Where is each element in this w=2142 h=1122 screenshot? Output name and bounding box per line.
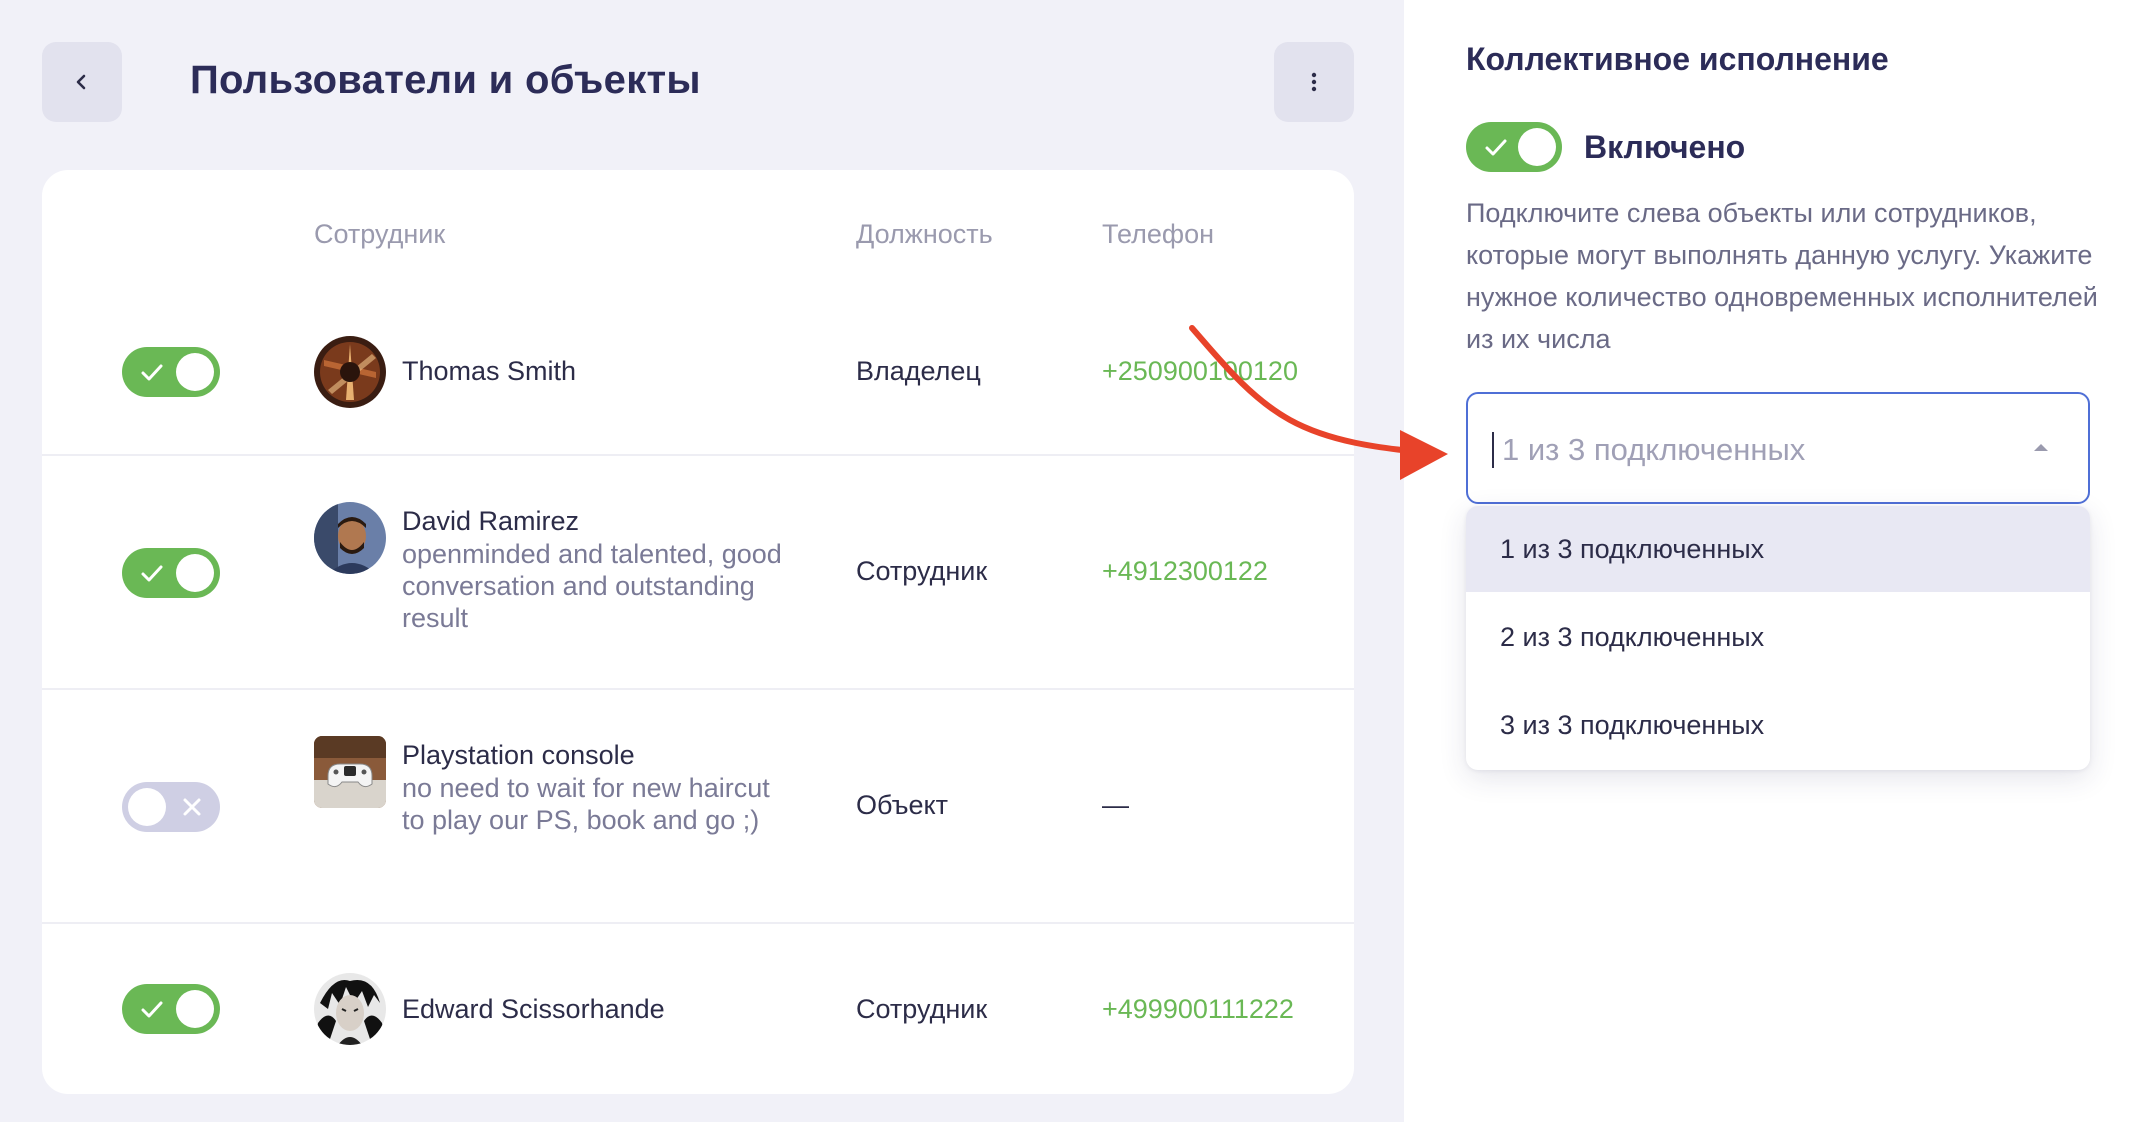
select-option[interactable]: 3 из 3 подключенных xyxy=(1466,682,2090,768)
row-enable-toggle[interactable] xyxy=(122,548,220,598)
toggle-knob xyxy=(1518,128,1556,166)
table-row: Playstation console no need to wait for … xyxy=(42,690,1354,924)
column-header-employee: Сотрудник xyxy=(314,219,446,249)
more-vertical-icon xyxy=(1311,72,1317,92)
check-icon xyxy=(141,1001,163,1018)
chevron-left-icon xyxy=(76,74,86,90)
object-name: Playstation console xyxy=(402,740,635,770)
table-row: David Ramirez openminded and talented, g… xyxy=(42,456,1354,690)
column-header-phone: Телефон xyxy=(1102,219,1215,249)
back-button[interactable] xyxy=(42,42,122,122)
x-icon xyxy=(183,798,201,816)
more-options-button[interactable] xyxy=(1274,42,1354,122)
row-enable-toggle[interactable] xyxy=(122,347,220,397)
select-option[interactable]: 1 из 3 подключенных xyxy=(1466,506,2090,592)
employee-name: Thomas Smith xyxy=(402,356,577,386)
employee-position: Владелец xyxy=(856,356,981,386)
object-position: Объект xyxy=(856,790,948,820)
users-table: Сотрудник Должность Телефон Thomas Smith xyxy=(42,170,1354,1094)
text-cursor xyxy=(1492,432,1494,468)
row-enable-toggle[interactable] xyxy=(122,984,220,1034)
check-icon xyxy=(141,565,163,582)
object-image xyxy=(314,736,386,808)
page-title: Пользователи и объекты xyxy=(190,58,701,102)
collective-title: Коллективное исполнение xyxy=(1466,41,1889,77)
toggle-knob xyxy=(128,788,166,826)
avatar xyxy=(314,973,386,1045)
table-row: Edward Scissorhande Сотрудник +499900111… xyxy=(42,924,1354,1094)
help-text: Подключите слева объекты или сотрудников… xyxy=(1466,198,2098,354)
annotation-arrow-icon xyxy=(1189,325,1448,480)
select-value: 1 из 3 подключенных xyxy=(1502,432,1806,467)
check-icon xyxy=(1485,139,1507,156)
row-enable-toggle[interactable] xyxy=(122,782,220,832)
column-header-position: Должность xyxy=(856,219,993,249)
performers-count-select[interactable]: 1 из 3 подключенных xyxy=(1466,392,2090,504)
employee-phone[interactable]: +4912300122 xyxy=(1102,554,1268,588)
employee-position: Сотрудник xyxy=(856,556,988,586)
object-description: no need to wait for new haircut to play … xyxy=(402,773,770,835)
employee-description: openminded and talented, good conversati… xyxy=(402,539,782,633)
toggle-knob xyxy=(176,554,214,592)
caret-up-icon xyxy=(2034,444,2048,451)
employee-position: Сотрудник xyxy=(856,994,988,1024)
check-icon xyxy=(141,364,163,381)
enabled-label: Включено xyxy=(1584,129,1746,165)
table-row: Thomas Smith Владелец +250900100120 xyxy=(42,288,1354,456)
employee-name: Edward Scissorhande xyxy=(402,994,665,1024)
select-option[interactable]: 2 из 3 подключенных xyxy=(1466,594,2090,680)
toggle-knob xyxy=(176,990,214,1028)
collective-enable-toggle[interactable] xyxy=(1466,122,1562,172)
users-objects-panel: Пользователи и объекты Сотрудник Должнос… xyxy=(0,0,1404,1122)
object-phone: — xyxy=(1102,790,1129,820)
select-dropdown: 1 из 3 подключенных 2 из 3 подключенных … xyxy=(1466,506,2090,770)
employee-phone[interactable]: +499900111222 xyxy=(1102,992,1294,1026)
toggle-knob xyxy=(176,353,214,391)
avatar xyxy=(314,336,386,408)
employee-name: David Ramirez xyxy=(402,506,580,536)
avatar xyxy=(314,502,386,574)
